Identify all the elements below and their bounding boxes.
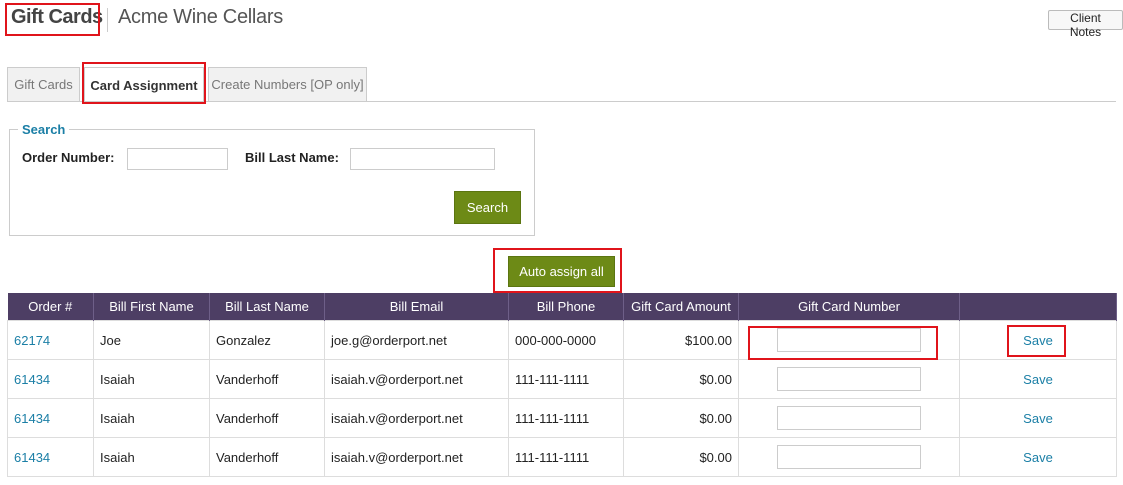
gift-card-number-input[interactable] bbox=[777, 367, 921, 391]
order-link[interactable]: 61434 bbox=[14, 372, 50, 387]
cell-email: isaiah.v@orderport.net bbox=[324, 398, 509, 438]
cell-email: joe.g@orderport.net bbox=[324, 320, 509, 360]
tab-card-assignment[interactable]: Card Assignment bbox=[84, 67, 204, 102]
order-link[interactable]: 61434 bbox=[14, 411, 50, 426]
cell-first-name: Isaiah bbox=[93, 359, 210, 399]
bill-last-name-label: Bill Last Name: bbox=[245, 150, 339, 165]
gift-card-number-input[interactable] bbox=[777, 406, 921, 430]
cell-last-name: Vanderhoff bbox=[209, 437, 325, 477]
table-row: 61434 Isaiah Vanderhoff isaiah.v@orderpo… bbox=[7, 437, 1117, 477]
cell-last-name: Vanderhoff bbox=[209, 359, 325, 399]
tabs-divider bbox=[7, 101, 1116, 102]
title-divider bbox=[107, 8, 108, 32]
card-assignment-table: Order # Bill First Name Bill Last Name B… bbox=[7, 293, 1117, 477]
bill-last-name-input[interactable] bbox=[350, 148, 495, 170]
column-header-email[interactable]: Bill Email bbox=[324, 293, 509, 321]
table-row: 62174 Joe Gonzalez joe.g@orderport.net 0… bbox=[7, 320, 1117, 360]
cell-first-name: Isaiah bbox=[93, 398, 210, 438]
company-name: Acme Wine Cellars bbox=[118, 6, 283, 28]
column-header-order[interactable]: Order # bbox=[7, 293, 94, 321]
save-link[interactable]: Save bbox=[1023, 450, 1053, 465]
save-link[interactable]: Save bbox=[1023, 411, 1053, 426]
column-header-phone[interactable]: Bill Phone bbox=[508, 293, 624, 321]
cell-amount: $0.00 bbox=[623, 398, 739, 438]
cell-amount: $100.00 bbox=[623, 320, 739, 360]
cell-phone: 111-111-1111 bbox=[508, 437, 624, 477]
cell-email: isaiah.v@orderport.net bbox=[324, 359, 509, 399]
column-header-last-name[interactable]: Bill Last Name bbox=[209, 293, 325, 321]
cell-last-name: Gonzalez bbox=[209, 320, 325, 360]
column-header-action bbox=[959, 293, 1117, 321]
cell-phone: 111-111-1111 bbox=[508, 398, 624, 438]
page-title: Gift Cards bbox=[11, 6, 103, 28]
save-link[interactable]: Save bbox=[1023, 333, 1053, 348]
order-link[interactable]: 61434 bbox=[14, 450, 50, 465]
cell-email: isaiah.v@orderport.net bbox=[324, 437, 509, 477]
cell-phone: 000-000-0000 bbox=[508, 320, 624, 360]
column-header-first-name[interactable]: Bill First Name bbox=[93, 293, 210, 321]
cell-phone: 111-111-1111 bbox=[508, 359, 624, 399]
table-row: 61434 Isaiah Vanderhoff isaiah.v@orderpo… bbox=[7, 398, 1117, 438]
order-number-input[interactable] bbox=[127, 148, 228, 170]
column-header-amount[interactable]: Gift Card Amount bbox=[623, 293, 739, 321]
tab-gift-cards[interactable]: Gift Cards bbox=[7, 67, 80, 101]
gift-card-number-input[interactable] bbox=[777, 328, 921, 352]
cell-first-name: Joe bbox=[93, 320, 210, 360]
column-header-card-number[interactable]: Gift Card Number bbox=[738, 293, 960, 321]
search-legend: Search bbox=[22, 122, 66, 137]
table-row: 61434 Isaiah Vanderhoff isaiah.v@orderpo… bbox=[7, 359, 1117, 399]
tab-create-numbers[interactable]: Create Numbers [OP only] bbox=[208, 67, 367, 101]
order-number-label: Order Number: bbox=[22, 150, 115, 165]
gift-card-number-input[interactable] bbox=[777, 445, 921, 469]
client-notes-button[interactable]: Client Notes bbox=[1048, 10, 1123, 39]
table-header-row: Order # Bill First Name Bill Last Name B… bbox=[7, 293, 1117, 321]
cell-amount: $0.00 bbox=[623, 359, 739, 399]
cell-first-name: Isaiah bbox=[93, 437, 210, 477]
search-button[interactable]: Search bbox=[454, 191, 521, 224]
order-link[interactable]: 62174 bbox=[14, 333, 50, 348]
cell-last-name: Vanderhoff bbox=[209, 398, 325, 438]
auto-assign-all-button[interactable]: Auto assign all bbox=[508, 256, 615, 287]
cell-amount: $0.00 bbox=[623, 437, 739, 477]
save-link[interactable]: Save bbox=[1023, 372, 1053, 387]
